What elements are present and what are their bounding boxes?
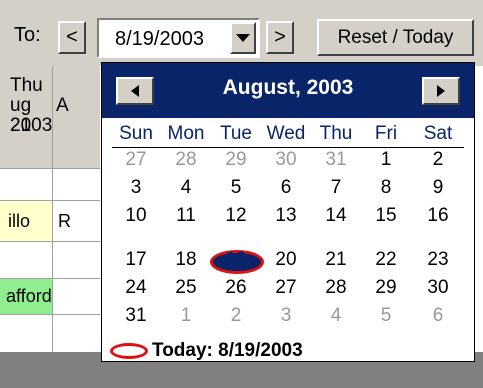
calendar-day[interactable]: 5 bbox=[360, 305, 412, 327]
header-line: A bbox=[56, 95, 69, 116]
weekday-label: Wed bbox=[266, 123, 306, 144]
next-date-button[interactable]: > bbox=[266, 21, 294, 54]
to-label: To: bbox=[14, 24, 41, 46]
calendar-day[interactable]: 17 bbox=[110, 249, 162, 271]
grid-divider bbox=[0, 168, 100, 169]
calendar-header: August, 2003 bbox=[102, 63, 474, 118]
header-line: Thu bbox=[10, 75, 43, 96]
calendar-day[interactable]: 6 bbox=[260, 177, 312, 199]
calendar-day[interactable]: 27 bbox=[110, 149, 162, 171]
calendar-day[interactable]: 13 bbox=[260, 205, 312, 227]
appointment-text: illo bbox=[8, 211, 31, 231]
today-link[interactable]: Today: 8/19/2003 bbox=[102, 339, 474, 363]
calendar-day[interactable]: 28 bbox=[160, 149, 212, 171]
reset-today-button[interactable]: Reset / Today bbox=[317, 19, 474, 56]
calendar-day[interactable]: 25 bbox=[160, 277, 212, 299]
calendar-day[interactable]: 12 bbox=[210, 205, 262, 227]
calendar-day[interactable]: 30 bbox=[412, 277, 464, 299]
calendar-day[interactable]: 11 bbox=[160, 205, 212, 227]
calendar-day[interactable]: 1 bbox=[160, 305, 212, 327]
next-month-button[interactable] bbox=[422, 77, 460, 105]
calendar-day[interactable]: 29 bbox=[210, 149, 262, 171]
chevron-down-icon bbox=[236, 34, 250, 42]
weekday-label: Tue bbox=[219, 123, 253, 144]
calendar-day[interactable]: 6 bbox=[412, 305, 464, 327]
calendar-day[interactable]: 2 bbox=[210, 305, 262, 327]
calendar-day[interactable]: 21 bbox=[310, 249, 362, 271]
calendar-day[interactable]: 31 bbox=[310, 149, 362, 171]
calendar-day[interactable]: 4 bbox=[310, 305, 362, 327]
appointment-cell[interactable]: illo bbox=[0, 201, 52, 241]
grid-divider bbox=[52, 66, 53, 352]
calendar-day[interactable]: 10 bbox=[110, 205, 162, 227]
calendar-day[interactable]: 22 bbox=[360, 249, 412, 271]
today-label: Today: 8/19/2003 bbox=[152, 340, 303, 361]
arrow-right-icon bbox=[437, 85, 445, 97]
weekday-label: Thu bbox=[319, 123, 353, 144]
calendar-day[interactable]: 3 bbox=[260, 305, 312, 327]
calendar-day[interactable]: 1 bbox=[360, 149, 412, 171]
date-dropdown-button[interactable] bbox=[230, 22, 256, 54]
calendar-day[interactable]: 26 bbox=[210, 277, 262, 299]
calendar-day[interactable]: 3 bbox=[110, 177, 162, 199]
calendar-day[interactable]: 8 bbox=[360, 177, 412, 199]
calendar-day-selected[interactable]: 19 bbox=[210, 249, 262, 271]
calendar-day[interactable]: 16 bbox=[412, 205, 464, 227]
calendar-day[interactable]: 5 bbox=[210, 177, 262, 199]
calendar-day[interactable]: 14 bbox=[310, 205, 362, 227]
calendar-day[interactable]: 24 bbox=[110, 277, 162, 299]
calendar-day[interactable]: 7 bbox=[310, 177, 362, 199]
to-date-field[interactable]: 8/19/2003 bbox=[97, 18, 260, 58]
appointment-cell[interactable]: afford bbox=[0, 279, 52, 314]
calendar-day[interactable]: 23 bbox=[412, 249, 464, 271]
calendar-day[interactable]: 4 bbox=[160, 177, 212, 199]
header-line: 2003 bbox=[10, 115, 53, 136]
appointment-text: R bbox=[58, 211, 71, 231]
weekday-divider bbox=[112, 147, 464, 148]
to-date-value: 8/19/2003 bbox=[115, 28, 204, 50]
weekday-label: Mon bbox=[167, 123, 205, 144]
calendar-title: August, 2003 bbox=[222, 76, 354, 99]
appointment-text: afford bbox=[6, 286, 52, 306]
grid-divider bbox=[0, 241, 100, 242]
weekday-label: Fri bbox=[374, 123, 398, 144]
calendar-day[interactable]: 9 bbox=[412, 177, 464, 199]
calendar-day[interactable]: 27 bbox=[260, 277, 312, 299]
weekday-label: Sun bbox=[119, 123, 153, 144]
calendar-day[interactable]: 29 bbox=[360, 277, 412, 299]
calendar-day[interactable]: 18 bbox=[160, 249, 212, 271]
grid-divider bbox=[0, 314, 100, 315]
calendar-day[interactable]: 30 bbox=[260, 149, 312, 171]
column-header-next[interactable]: A bbox=[52, 66, 100, 168]
today-circle-icon bbox=[110, 343, 148, 359]
calendar-day[interactable]: 28 bbox=[310, 277, 362, 299]
calendar-popup: August, 2003 Sun Mon Tue Wed Thu Fri Sat 27 28 2… bbox=[101, 62, 475, 362]
calendar-day[interactable]: 2 bbox=[412, 149, 464, 171]
column-header-thu[interactable]: Thu ug 21 2003 bbox=[0, 66, 52, 168]
calendar-day[interactable]: 15 bbox=[360, 205, 412, 227]
toolbar: To: < 8/19/2003 > Reset / Today bbox=[0, 0, 483, 66]
weekday-label: Sat bbox=[423, 123, 453, 144]
calendar-day[interactable]: 20 bbox=[260, 249, 312, 271]
calendar-day[interactable]: 31 bbox=[110, 305, 162, 327]
prev-date-button[interactable]: < bbox=[58, 21, 86, 54]
